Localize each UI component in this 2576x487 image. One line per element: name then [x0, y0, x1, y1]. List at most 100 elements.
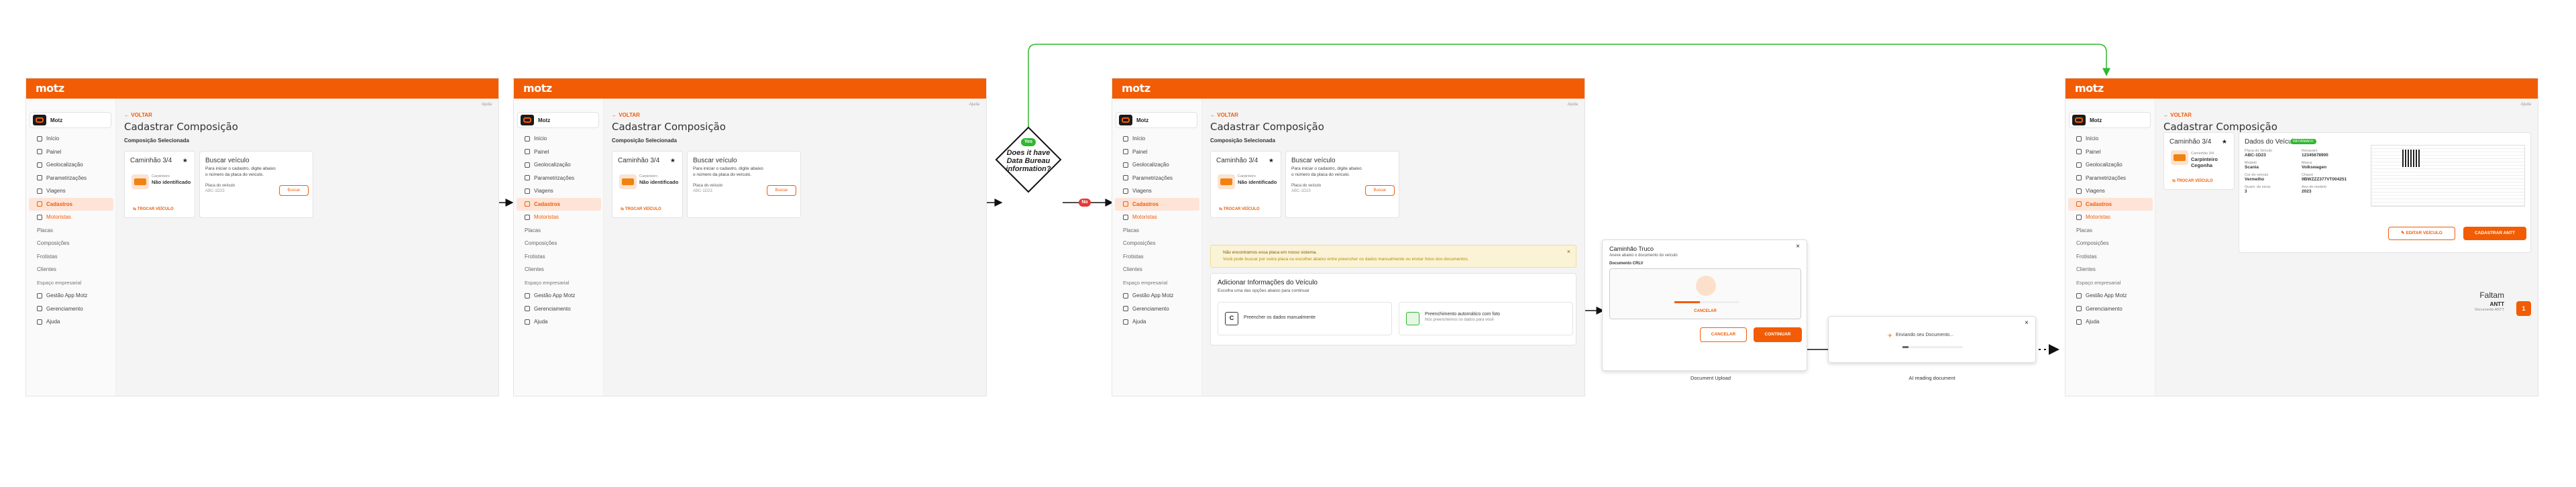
sidebar-item[interactable]: Ajuda [514, 315, 604, 329]
sidebar-item[interactable]: Frotistas [26, 250, 116, 264]
org-selector[interactable]: Motz [517, 112, 599, 128]
menu-icon [2076, 319, 2082, 325]
sidebar-item[interactable]: Motoristas [26, 211, 116, 224]
help-link[interactable]: Ajuda [482, 103, 492, 107]
close-icon[interactable]: × [1796, 243, 1800, 250]
sidebar-item[interactable]: Espaço empresarial [514, 276, 604, 290]
vehicle-field: Marca Volkswagen [2302, 161, 2327, 170]
change-vehicle-link[interactable]: ⇆ TROCAR VEÍCULO [133, 207, 174, 211]
sidebar-item[interactable]: Placas [2065, 224, 2155, 237]
sidebar-item[interactable]: Viagens [2065, 184, 2155, 198]
reading-modal: × Enviando seu Documento... ✈ [1828, 316, 2036, 363]
sidebar-item[interactable]: Parametrizações [514, 172, 604, 185]
page-title: Cadastrar Composição [124, 121, 238, 133]
sidebar-item[interactable]: Cadastros [517, 197, 601, 211]
top-bar: motz [26, 78, 498, 99]
sidebar-item[interactable]: Início [26, 132, 116, 146]
sidebar-item[interactable]: Geolocalização [2065, 158, 2155, 172]
cancel-button[interactable]: CANCELAR [1700, 327, 1747, 342]
search-button[interactable]: Buscar [767, 185, 796, 196]
vehicle-field: Renavam 12345678900 [2302, 149, 2328, 158]
star-icon[interactable]: ★ [2222, 138, 2227, 146]
help-link[interactable]: Ajuda [969, 103, 979, 107]
sidebar-item[interactable]: Gestão App Motz [514, 289, 604, 303]
sidebar-item[interactable]: Painel [514, 146, 604, 159]
help-link[interactable]: Ajuda [2521, 103, 2531, 107]
sidebar-item[interactable]: Geolocalização [514, 158, 604, 172]
sidebar-item[interactable]: Espaço empresarial [2065, 276, 2155, 290]
sidebar-item[interactable]: Frotistas [514, 250, 604, 264]
sidebar-item[interactable]: Ajuda [2065, 315, 2155, 329]
star-icon[interactable]: ★ [182, 157, 188, 164]
reading-text: Enviando seu Documento... [1896, 333, 1953, 337]
sidebar-item[interactable]: Composições [26, 237, 116, 250]
sidebar-item[interactable]: Clientes [26, 263, 116, 276]
upload-dropzone[interactable]: CANCELAR [1609, 268, 1801, 319]
upload-modal: Caminhão Truco × Anexe abaixo o document… [1602, 239, 1807, 371]
sidebar-item[interactable]: Viagens [26, 184, 116, 198]
sidebar-item[interactable]: Parametrizações [26, 172, 116, 185]
back-link[interactable]: ← VOLTAR [124, 112, 152, 118]
sidebar-item[interactable]: Gerenciamento [514, 303, 604, 316]
crlv-document-preview [2371, 145, 2525, 207]
sidebar-item[interactable]: Início [514, 132, 604, 146]
status-badge: INFORMADO [2290, 139, 2316, 144]
sidebar-item[interactable]: Frotistas [2065, 250, 2155, 264]
motz-logo: motz [523, 82, 552, 95]
sidebar-item[interactable]: Placas [514, 224, 604, 237]
sidebar-item[interactable]: Geolocalização [26, 158, 116, 172]
vehicle-card: Caminhão 3/4 ★ Carpinteiro Não identifica… [612, 151, 683, 218]
menu-icon [37, 188, 42, 194]
paper-plane-icon: ✈ [1888, 333, 1892, 339]
sidebar-item[interactable]: Início [2065, 132, 2155, 146]
change-vehicle-link[interactable]: ⇆ TROCAR VEÍCULO [621, 207, 661, 211]
sidebar-item[interactable]: Ajuda [26, 315, 116, 329]
sidebar-item[interactable]: Placas [26, 224, 116, 237]
back-link[interactable]: ← VOLTAR [612, 112, 640, 118]
sidebar-item[interactable]: Viagens [514, 184, 604, 198]
vehicle-card: Caminhão 3/4 ★ Carpinteiro Não identifica… [124, 151, 195, 218]
decision-no-badge: No [1079, 199, 1091, 207]
menu-icon [525, 188, 530, 194]
sidebar-item[interactable]: Clientes [2065, 263, 2155, 276]
sidebar-item[interactable]: Gerenciamento [26, 303, 116, 316]
menu-icon [2076, 188, 2082, 194]
sidebar-item[interactable]: Clientes [514, 263, 604, 276]
sidebar-item[interactable]: Parametrizações [2065, 172, 2155, 185]
org-selector[interactable]: Motz [30, 112, 111, 128]
org-selector[interactable]: Motz [2069, 112, 2151, 128]
sidebar-item[interactable]: Motoristas [2065, 211, 2155, 224]
truck-icon [619, 174, 637, 189]
plate-input[interactable]: ABC-1D23 [693, 189, 747, 197]
plate-input[interactable]: ABC-1D23 [205, 189, 259, 197]
decision-yes-badge: Yes [1021, 138, 1036, 146]
top-bar: motz [2065, 78, 2538, 99]
register-antt-button[interactable]: CADASTRAR ANTT [2463, 227, 2526, 240]
vehicle-data-panel: Dados do Veículo INFORMADO Placa do Veíc… [2239, 132, 2531, 253]
back-link[interactable]: ← VOLTAR [2163, 112, 2192, 118]
sidebar-item[interactable]: Cadastros [29, 197, 113, 211]
sidebar-item[interactable]: Gestão App Motz [26, 289, 116, 303]
vehicle-card: Caminhão 3/4 ★ Caminhão 3/4 Carpinteiro C… [2163, 132, 2235, 190]
sidebar-item[interactable]: Cadastros [2068, 197, 2153, 211]
menu-icon [525, 214, 530, 220]
sidebar-item[interactable]: Motoristas [514, 211, 604, 224]
star-icon[interactable]: ★ [670, 157, 676, 164]
sidebar-item[interactable]: Gerenciamento [2065, 303, 2155, 316]
sidebar-item[interactable]: Composições [2065, 237, 2155, 250]
sidebar-item[interactable]: Espaço empresarial [26, 276, 116, 290]
menu-icon [525, 292, 530, 299]
upload-cancel-link[interactable]: CANCELAR [1610, 309, 1801, 313]
sidebar-item[interactable]: Painel [26, 146, 116, 159]
missing-count[interactable]: 1 [2516, 301, 2531, 316]
sidebar-item[interactable]: Painel [2065, 146, 2155, 159]
motz-logo: motz [36, 82, 64, 95]
change-vehicle-link[interactable]: ⇆ TROCAR VEÍCULO [2172, 178, 2213, 183]
menu-icon [37, 201, 42, 207]
edit-vehicle-button[interactable]: ✎ EDITAR VEÍCULO [2388, 227, 2455, 240]
close-icon[interactable]: × [2025, 319, 2029, 327]
sidebar-item[interactable]: Composições [514, 237, 604, 250]
search-button[interactable]: Buscar [279, 185, 309, 196]
continue-button[interactable]: CONTINUAR [1754, 327, 1802, 342]
sidebar-item[interactable]: Gestão App Motz [2065, 289, 2155, 303]
